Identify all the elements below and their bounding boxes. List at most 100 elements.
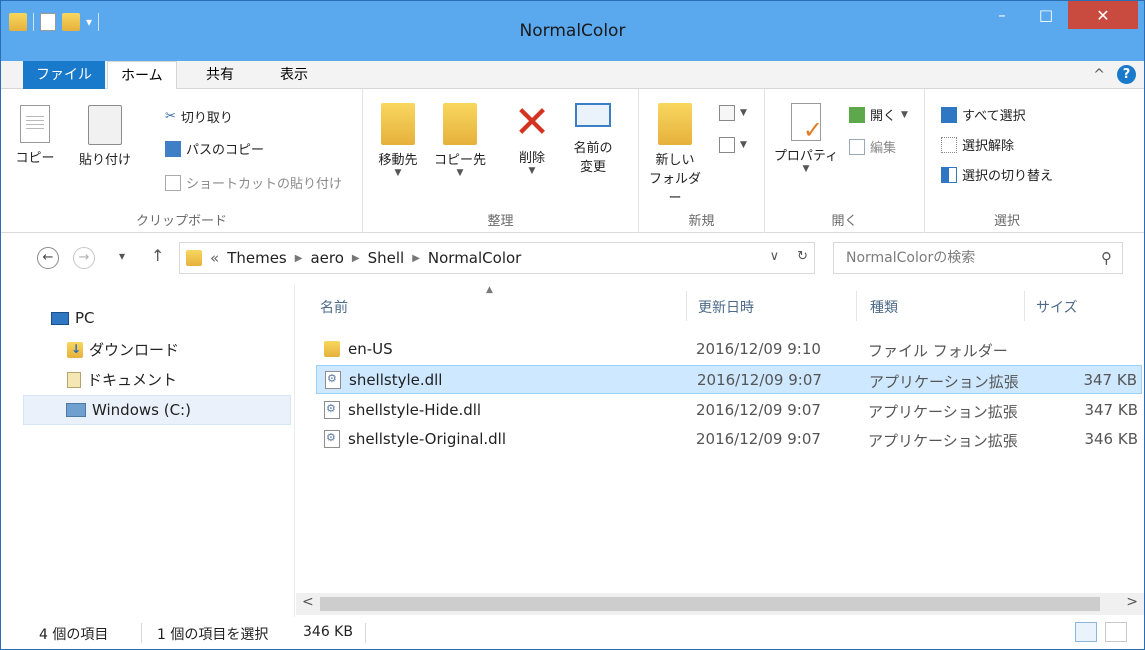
search-placeholder: NormalColorの検索 <box>846 250 976 266</box>
new-item-button[interactable]: ▼ <box>719 105 747 121</box>
easy-access-icon <box>719 137 735 153</box>
ribbon-collapse-icon[interactable]: ^ <box>1093 67 1105 83</box>
minimize-button[interactable]: – <box>980 1 1024 29</box>
file-type: ファイル フォルダー <box>868 342 1008 360</box>
cut-button[interactable]: ✂ 切り取り <box>165 107 233 126</box>
up-button[interactable]: ↑ <box>151 246 164 265</box>
nav-item-windows-drive[interactable]: Windows (C:) <box>23 395 291 425</box>
large-icons-view-button[interactable] <box>1105 622 1127 642</box>
edit-button[interactable]: 編集 <box>849 137 896 156</box>
file-name: shellstyle-Original.dll <box>348 430 507 448</box>
nav-item-documents[interactable]: ドキュメント <box>67 369 177 390</box>
divider[interactable] <box>1024 291 1025 321</box>
copy-icon <box>20 105 50 143</box>
sort-ascending-icon: ▲ <box>486 285 493 295</box>
select-all-label: すべて選択 <box>962 109 1026 124</box>
chevron-right-icon[interactable]: ▶ <box>412 253 420 264</box>
copy-button[interactable]: コピー <box>11 105 59 166</box>
chevron-right-icon[interactable]: ▶ <box>352 253 360 264</box>
move-to-icon <box>381 103 415 145</box>
back-button[interactable]: ← <box>37 247 59 269</box>
breadcrumb-normalcolor[interactable]: NormalColor <box>428 249 521 267</box>
column-header-date[interactable]: 更新日時 <box>698 297 754 317</box>
properties-button[interactable]: プロパティ ▼ <box>769 103 843 174</box>
delete-button[interactable]: ✕ 削除 ▼ <box>509 101 555 177</box>
paste-shortcut-button[interactable]: ショートカットの貼り付け <box>165 173 342 192</box>
search-icon[interactable]: ⚲ <box>1101 243 1112 273</box>
scrollbar-thumb[interactable] <box>320 597 1100 611</box>
refresh-icon[interactable]: ↻ <box>797 249 808 264</box>
horizontal-scrollbar[interactable]: < > <box>296 593 1144 615</box>
column-header-size[interactable]: サイズ <box>1036 297 1078 317</box>
open-button[interactable]: 開く ▼ <box>849 105 908 124</box>
invert-selection-button[interactable]: 選択の切り替え <box>941 165 1053 184</box>
search-input[interactable]: NormalColorの検索 ⚲ <box>833 242 1123 274</box>
details-view-button[interactable] <box>1075 622 1097 642</box>
path-icon <box>165 140 181 157</box>
divider[interactable] <box>686 291 687 321</box>
new-folder-button[interactable]: 新しい フォルダー <box>643 103 707 206</box>
scroll-left-button[interactable]: < <box>302 594 314 610</box>
recent-locations-button[interactable]: ▾ <box>119 249 125 263</box>
scroll-right-button[interactable]: > <box>1126 594 1138 610</box>
column-header-type[interactable]: 種類 <box>870 297 898 317</box>
divider[interactable] <box>856 291 857 321</box>
address-bar[interactable]: « Themes ▶ aero ▶ Shell ▶ NormalColor ∨ … <box>179 242 815 274</box>
breadcrumb-shell[interactable]: Shell <box>368 249 405 267</box>
ribbon: コピー 貼り付け ✂ 切り取り パスのコピー ショートカットの貼り付け クリップ… <box>1 89 1144 233</box>
ribbon-tabs: ファイル ホーム 共有 表示 ^ ? <box>1 61 1144 90</box>
new-folder-label-line2: フォルダー <box>648 172 701 206</box>
tab-share[interactable]: 共有 <box>193 61 247 89</box>
new-item-icon <box>719 105 735 121</box>
table-row[interactable]: en-US 2016/12/09 9:10 ファイル フォルダー <box>316 335 1142 364</box>
clipboard-group-label: クリップボード <box>135 214 227 229</box>
breadcrumb-overflow[interactable]: « <box>210 249 219 267</box>
tab-file[interactable]: ファイル <box>23 61 105 89</box>
breadcrumb-aero[interactable]: aero <box>310 249 343 267</box>
file-type: アプリケーション拡張 <box>868 403 1018 421</box>
new-group: 新しい フォルダー ▼ ▼ 新規 <box>639 89 765 233</box>
paste-button[interactable]: 貼り付け <box>67 105 143 168</box>
nav-item-downloads[interactable]: ダウンロード <box>67 339 179 360</box>
nav-item-pc[interactable]: PC <box>51 309 95 327</box>
open-group: プロパティ ▼ 開く ▼ 編集 開く <box>765 89 925 233</box>
tab-home[interactable]: ホーム <box>107 61 177 90</box>
open-group-label: 開く <box>831 214 858 229</box>
copy-path-button[interactable]: パスのコピー <box>165 139 264 158</box>
file-name: shellstyle.dll <box>349 371 443 389</box>
select-all-button[interactable]: すべて選択 <box>941 105 1026 124</box>
cut-label: 切り取り <box>180 111 233 126</box>
navigation-pane: PC ダウンロード ドキュメント Windows (C:) <box>1 283 295 617</box>
edit-icon <box>849 138 865 155</box>
rename-button[interactable]: 名前の 変更 <box>563 103 623 175</box>
close-button[interactable]: ✕ <box>1068 1 1138 29</box>
move-to-button[interactable]: 移動先 ▼ <box>369 103 427 178</box>
selection-size: 346 KB <box>303 624 353 640</box>
select-none-button[interactable]: 選択解除 <box>941 135 1014 154</box>
file-name: shellstyle-Hide.dll <box>348 401 482 419</box>
table-row[interactable]: shellstyle-Original.dll 2016/12/09 9:07 … <box>316 425 1142 454</box>
file-date: 2016/12/09 9:07 <box>696 401 821 419</box>
tab-view[interactable]: 表示 <box>267 61 321 89</box>
table-row[interactable]: shellstyle-Hide.dll 2016/12/09 9:07 アプリケ… <box>316 396 1142 425</box>
rename-icon <box>575 103 611 127</box>
chevron-right-icon[interactable]: ▶ <box>295 253 303 264</box>
help-icon[interactable]: ? <box>1117 65 1136 84</box>
select-all-icon <box>941 106 957 123</box>
copy-to-button[interactable]: コピー先 ▼ <box>429 103 491 178</box>
dropdown-arrow-icon: ▼ <box>456 168 464 178</box>
ribbon-right-controls: ^ ? <box>1093 65 1136 84</box>
column-header-name[interactable]: 名前 <box>320 297 348 317</box>
easy-access-button[interactable]: ▼ <box>719 137 747 153</box>
file-date: 2016/12/09 9:07 <box>696 430 821 448</box>
dll-file-icon <box>324 430 340 448</box>
address-history-dropdown[interactable]: ∨ <box>770 249 780 264</box>
maximize-button[interactable]: □ <box>1024 1 1068 29</box>
breadcrumb-themes[interactable]: Themes <box>227 249 287 267</box>
forward-button[interactable]: → <box>73 247 95 269</box>
table-row[interactable]: shellstyle.dll 2016/12/09 9:07 アプリケーション拡… <box>316 365 1142 394</box>
paste-icon <box>88 105 122 145</box>
dropdown-arrow-icon: ▼ <box>528 166 536 176</box>
divider <box>141 623 142 643</box>
copy-path-label: パスのコピー <box>186 143 265 158</box>
